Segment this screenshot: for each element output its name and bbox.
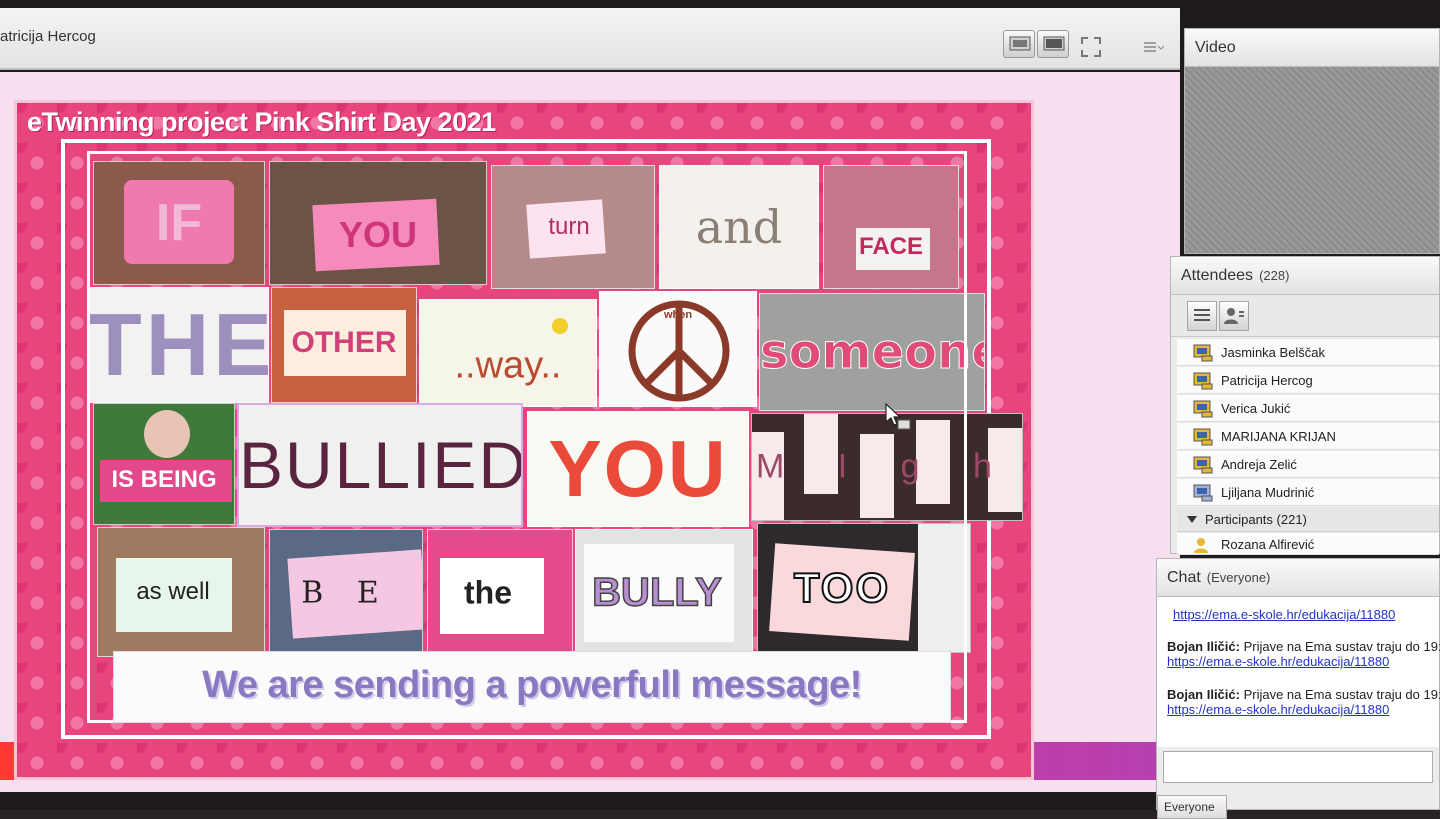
chat-link[interactable]: https://ema.e-skole.hr/edukacija/11880 (1167, 702, 1389, 717)
chat-messages: https://ema.e-skole.hr/edukacija/11880 B… (1157, 597, 1440, 747)
participants-group-label: Participants (221) (1205, 512, 1307, 527)
attendee-name: Jasminka Belščak (1221, 345, 1326, 360)
slide-title: eTwinning project Pink Shirt Day 2021 (27, 107, 496, 137)
expand-triangle-icon (1187, 516, 1197, 523)
attendee-row[interactable]: Jasminka Belščak (1177, 339, 1439, 366)
attendee-name: Patricija Hercog (1221, 373, 1313, 388)
participant-icon (1194, 538, 1208, 553)
chat-pod: Chat (Everyone) https://ema.e-skole.hr/ed… (1156, 558, 1440, 819)
participants-group-toggle[interactable]: Participants (221) (1177, 507, 1439, 532)
chat-input[interactable] (1163, 751, 1433, 783)
list-view-icon (1194, 309, 1210, 321)
video-pod-title: Video (1195, 39, 1236, 56)
fit-page-button[interactable] (1037, 30, 1069, 58)
attendees-title-text: Attendees (1181, 267, 1254, 284)
share-pod-title: atricija Hercog (0, 28, 96, 45)
host-icon (1193, 456, 1213, 474)
video-area (1185, 67, 1439, 253)
host-icon (1193, 484, 1213, 502)
attendees-pod-title: Attendees (228) (1181, 267, 1289, 285)
chat-sender: Bojan Iličić: (1167, 639, 1240, 654)
chat-message: Bojan Iličić: Prijave na Ema sustav traj… (1167, 639, 1440, 669)
attendee-row[interactable]: Andreja Zelić (1177, 451, 1439, 478)
chat-sender: Bojan Iličić: (1167, 687, 1240, 702)
status-view-button[interactable] (1219, 301, 1249, 331)
chat-title-text: Chat (1167, 569, 1201, 586)
chat-message: Bojan Iličić: Prijave na Ema sustav traj… (1167, 687, 1440, 717)
monitor-icon (1009, 36, 1031, 51)
attendee-name: Ljiljana Mudrinić (1221, 485, 1315, 500)
attendee-name: MARIJANA KRIJAN (1221, 429, 1336, 444)
message-box: We are sending a powerfull message! (113, 651, 951, 723)
slide-frame-inner (87, 151, 967, 723)
list-view-button[interactable] (1187, 301, 1217, 331)
fullscreen-icon[interactable] (1080, 36, 1102, 58)
attendee-name: Verica Jukić (1221, 401, 1291, 416)
share-pod-header: atricija Hercog (0, 8, 1180, 70)
chat-scope: (Everyone) (1206, 570, 1271, 585)
chat-text: Prijave na Ema sustav traju do 19: (1239, 639, 1440, 654)
attendees-toolbar (1171, 295, 1439, 337)
video-pod-header: Video (1185, 29, 1439, 67)
person-icon (1224, 308, 1244, 324)
chat-message: https://ema.e-skole.hr/edukacija/11880 (1173, 607, 1395, 622)
host-icon (1193, 400, 1213, 418)
attendee-name: Andreja Zelić (1221, 457, 1297, 472)
chat-link[interactable]: https://ema.e-skole.hr/edukacija/11880 (1173, 607, 1395, 622)
attendee-row[interactable]: Ljiljana Mudrinić (1177, 479, 1439, 506)
host-icon (1193, 372, 1213, 390)
chat-text: Prijave na Ema sustav traju do 19: (1239, 687, 1440, 702)
attendees-pod: Attendees (228) Jasminka Belščak Patricij… (1170, 256, 1440, 555)
attendee-count: (228) (1259, 268, 1290, 283)
video-pod: Video (1184, 28, 1440, 254)
attendee-row[interactable]: Patricija Hercog (1177, 367, 1439, 394)
chat-pod-title: Chat (Everyone) (1167, 569, 1270, 587)
fit-width-button[interactable] (1003, 30, 1035, 58)
attendee-row[interactable]: MARIJANA KRIJAN (1177, 423, 1439, 450)
slide-message: We are sending a powerfull message! (202, 664, 862, 706)
meeting-screen: atricija Hercog eTwinning project Pink S… (0, 0, 1440, 819)
attendee-row[interactable]: Verica Jukić (1177, 395, 1439, 422)
chat-pod-header: Chat (Everyone) (1157, 559, 1439, 597)
host-icon (1193, 428, 1213, 446)
host-icon (1193, 344, 1213, 362)
presentation-slide: eTwinning project Pink Shirt Day 2021 IF… (14, 100, 1034, 780)
chat-recipient-selector[interactable]: Everyone (1157, 795, 1227, 819)
monitor-icon (1043, 36, 1065, 51)
participant-name: Rozana Alfirević (1221, 537, 1315, 552)
pod-menu-icon[interactable] (1142, 40, 1164, 54)
mouse-cursor-icon (885, 402, 911, 430)
chat-link[interactable]: https://ema.e-skole.hr/edukacija/11880 (1167, 654, 1389, 669)
attendees-pod-header: Attendees (228) (1171, 257, 1439, 295)
participant-row[interactable]: Rozana Alfirević (1177, 533, 1439, 555)
